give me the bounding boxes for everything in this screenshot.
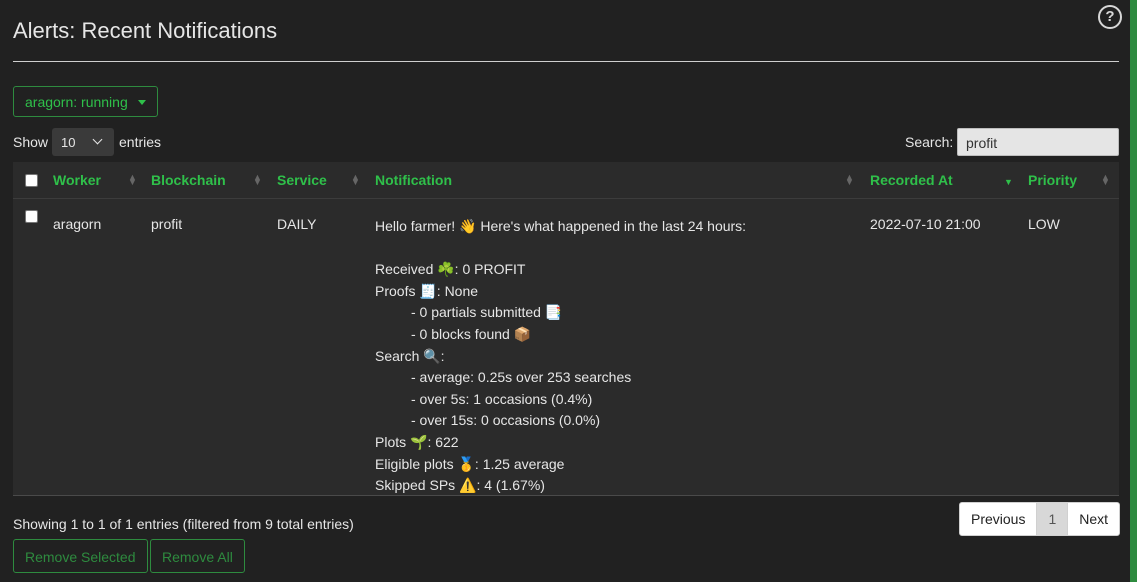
notif-line-plots: Plots 🌱: 622 bbox=[375, 433, 459, 450]
row-checkbox[interactable] bbox=[25, 210, 38, 223]
remove-selected-button[interactable]: Remove Selected bbox=[13, 539, 148, 573]
search-input[interactable]: profit bbox=[957, 128, 1119, 156]
column-header-blockchain[interactable]: Blockchain bbox=[151, 172, 226, 188]
sort-icon: ▲ ▼ bbox=[351, 172, 360, 187]
notif-line-average: - average: 0.25s over 253 searches bbox=[411, 369, 632, 386]
page-1-button[interactable]: 1 bbox=[1036, 503, 1068, 535]
column-header-priority[interactable]: Priority bbox=[1028, 172, 1077, 188]
entries-label: entries bbox=[119, 134, 162, 150]
table-header: Worker ▲ ▼ Blockchain ▲ ▼ Service ▲ ▼ Notif… bbox=[13, 162, 1119, 199]
caret-down-icon bbox=[138, 100, 146, 105]
sort-desc-icon: ▼ bbox=[1004, 177, 1013, 187]
column-header-service[interactable]: Service bbox=[277, 172, 327, 188]
remove-all-button[interactable]: Remove All bbox=[150, 539, 245, 573]
column-header-notification[interactable]: Notification bbox=[375, 172, 452, 188]
cell-recorded-at: 2022-07-10 21:00 bbox=[870, 216, 981, 232]
cell-blockchain: profit bbox=[151, 216, 183, 232]
column-header-recorded-at[interactable]: Recorded At bbox=[870, 172, 953, 188]
help-icon[interactable]: ? bbox=[1098, 5, 1122, 29]
notif-line-over5: - over 5s: 1 occasions (0.4%) bbox=[411, 390, 593, 407]
sort-icon: ▲ ▼ bbox=[845, 172, 854, 187]
pagination: Previous 1 Next bbox=[959, 502, 1121, 536]
select-all-checkbox[interactable] bbox=[25, 174, 38, 187]
notif-line-eligible: Eligible plots 🥇: 1.25 average bbox=[375, 455, 565, 472]
notif-line-blocks: - 0 blocks found 📦 bbox=[411, 325, 532, 342]
entries-per-page-value: 10 bbox=[61, 135, 76, 150]
table-info: Showing 1 to 1 of 1 entries (filtered fr… bbox=[13, 516, 354, 532]
worker-dropdown-button[interactable]: aragorn: running bbox=[13, 86, 158, 117]
cell-service: DAILY bbox=[277, 216, 317, 232]
worker-dropdown-label: aragorn: running bbox=[25, 94, 128, 110]
chevron-down-icon bbox=[92, 134, 103, 145]
sort-icon: ▲ ▼ bbox=[128, 172, 137, 187]
cell-priority: LOW bbox=[1028, 216, 1060, 232]
title-divider bbox=[13, 61, 1119, 62]
notif-line-proofs: Proofs 🧾: None bbox=[375, 282, 479, 299]
previous-page-button[interactable]: Previous bbox=[960, 503, 1036, 535]
cell-notification: Hello farmer! 👋 Here's what happened in … bbox=[375, 216, 845, 497]
show-label: Show bbox=[13, 134, 49, 150]
notifications-table: Worker ▲ ▼ Blockchain ▲ ▼ Service ▲ ▼ Notif… bbox=[13, 162, 1119, 496]
notif-line-search: Search 🔍: bbox=[375, 347, 445, 364]
notif-line-partials: - 0 partials submitted 📑 bbox=[411, 304, 563, 321]
notif-line-over15: - over 15s: 0 occasions (0.0%) bbox=[411, 412, 601, 429]
cell-worker: aragorn bbox=[53, 216, 102, 232]
search-label: Search: bbox=[905, 134, 954, 150]
table-row: aragorn profit DAILY Hello farmer! 👋 Her… bbox=[13, 199, 1119, 496]
notif-line-skipped: Skipped SPs ⚠️: 4 (1.67%) bbox=[375, 477, 545, 494]
next-page-button[interactable]: Next bbox=[1067, 503, 1119, 535]
entries-per-page-select[interactable]: 10 bbox=[52, 128, 114, 156]
sort-icon: ▲ ▼ bbox=[253, 172, 262, 187]
notif-line-greeting: Hello farmer! 👋 Here's what happened in … bbox=[375, 218, 747, 234]
column-header-worker[interactable]: Worker bbox=[53, 172, 101, 188]
notif-line-received: Received ☘️: 0 PROFIT bbox=[375, 261, 526, 278]
sort-icon: ▲ ▼ bbox=[1101, 172, 1110, 187]
page-title: Alerts: Recent Notifications bbox=[13, 18, 278, 43]
right-accent-bar bbox=[1130, 0, 1137, 582]
